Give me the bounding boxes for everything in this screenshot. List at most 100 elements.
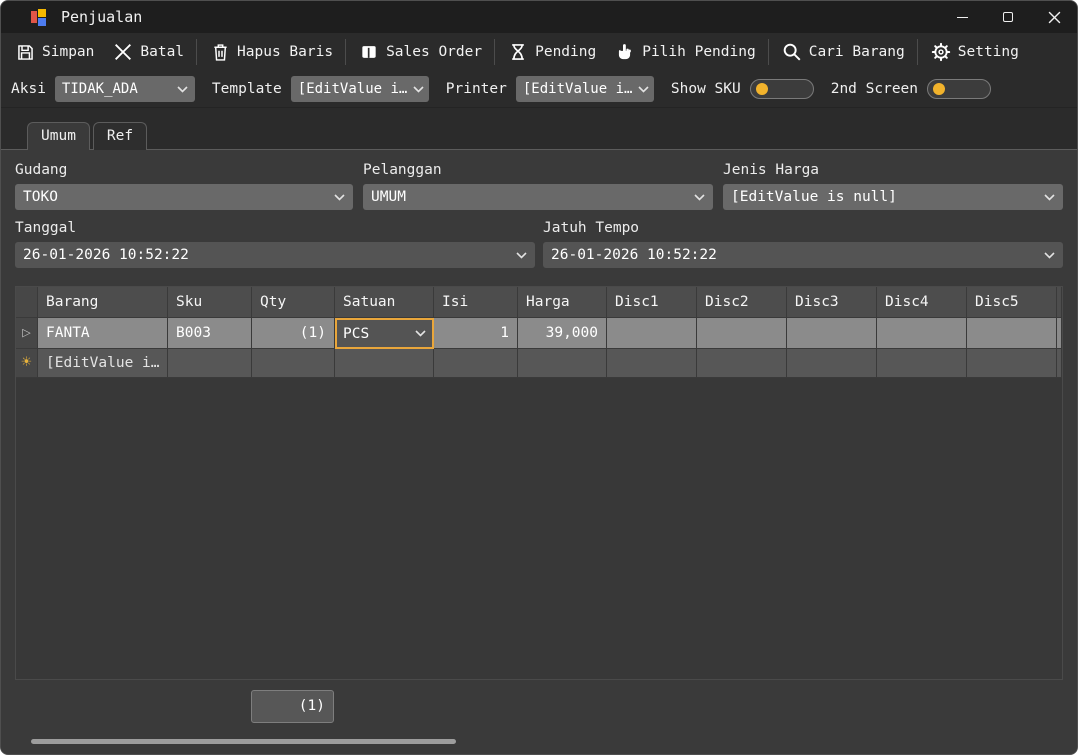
new-row[interactable]: ☀ [EditValue i… bbox=[16, 349, 1062, 378]
horizontal-scrollbar[interactable] bbox=[15, 735, 1063, 749]
column-header-satuan[interactable]: Satuan bbox=[335, 287, 434, 318]
cell-disc5[interactable] bbox=[967, 318, 1057, 349]
cell-sku[interactable]: B003 bbox=[168, 318, 252, 349]
chevron-down-icon bbox=[1044, 194, 1055, 201]
toolbar-separator bbox=[494, 39, 495, 65]
printer-dropdown[interactable]: [EditValue i… bbox=[516, 76, 654, 102]
cell-disc2[interactable] bbox=[697, 318, 787, 349]
new-cell-disc5[interactable] bbox=[967, 349, 1057, 378]
tab-umum[interactable]: Umum bbox=[27, 122, 90, 150]
hapus-baris-button[interactable]: Hapus Baris bbox=[200, 35, 342, 69]
gudang-dropdown[interactable]: TOKO bbox=[15, 184, 353, 210]
jenis-harga-dropdown[interactable]: [EditValue is null] bbox=[723, 184, 1063, 210]
trash-icon bbox=[209, 41, 231, 63]
cell-qty[interactable]: (1) bbox=[252, 318, 335, 349]
column-header-isi[interactable]: Isi bbox=[434, 287, 518, 318]
new-cell-harga[interactable] bbox=[518, 349, 607, 378]
pelanggan-label: Pelanggan bbox=[363, 162, 713, 178]
new-cell-disc2[interactable] bbox=[697, 349, 787, 378]
new-cell-disc3[interactable] bbox=[787, 349, 877, 378]
cell-disc3[interactable] bbox=[787, 318, 877, 349]
new-cell-barang[interactable]: [EditValue i… bbox=[38, 349, 168, 378]
printer-label: Printer bbox=[446, 81, 507, 97]
gudang-value: TOKO bbox=[23, 189, 58, 205]
new-cell-disc4[interactable] bbox=[877, 349, 967, 378]
qty-summary-box: (1) bbox=[251, 690, 334, 723]
jenis-harga-field: Jenis Harga [EditValue is null] bbox=[723, 162, 1063, 210]
simpan-label: Simpan bbox=[42, 44, 94, 60]
new-cell-disc1[interactable] bbox=[607, 349, 697, 378]
jenis-harga-label: Jenis Harga bbox=[723, 162, 1063, 178]
show-sku-toggle[interactable] bbox=[750, 79, 814, 99]
sales-order-label: Sales Order bbox=[386, 44, 482, 60]
pending-button[interactable]: Pending bbox=[498, 35, 605, 69]
app-icon bbox=[31, 9, 47, 25]
template-dropdown[interactable]: [EditValue i… bbox=[291, 76, 429, 102]
minimize-button[interactable] bbox=[939, 1, 985, 33]
column-header-sku[interactable]: Sku bbox=[168, 287, 252, 318]
printer-value: [EditValue i… bbox=[523, 81, 633, 97]
cell-isi[interactable]: 1 bbox=[434, 318, 518, 349]
column-header-disc5[interactable]: Disc5 bbox=[967, 287, 1057, 318]
jatuh-tempo-dropdown[interactable]: 26-01-2026 10:52:22 bbox=[543, 242, 1063, 268]
new-cell-qty[interactable] bbox=[252, 349, 335, 378]
cari-barang-button[interactable]: Cari Barang bbox=[772, 35, 914, 69]
cell-disc4[interactable] bbox=[877, 318, 967, 349]
batal-button[interactable]: Batal bbox=[103, 35, 193, 69]
cell-harga[interactable]: 39,000 bbox=[518, 318, 607, 349]
tanggal-label: Tanggal bbox=[15, 220, 535, 236]
setting-button[interactable]: Setting bbox=[921, 35, 1028, 69]
gudang-field: Gudang TOKO bbox=[15, 162, 353, 210]
toolbar-separator bbox=[196, 39, 197, 65]
new-cell-sku[interactable] bbox=[168, 349, 252, 378]
grid-header-row: Barang Sku Qty Satuan Isi Harga Disc1 Di… bbox=[16, 287, 1062, 318]
hourglass-icon bbox=[507, 41, 529, 63]
new-cell-isi[interactable] bbox=[434, 349, 518, 378]
scrollbar-thumb[interactable] bbox=[31, 739, 456, 744]
second-screen-toggle[interactable] bbox=[927, 79, 991, 99]
gear-icon bbox=[930, 41, 952, 63]
tanggal-dropdown[interactable]: 26-01-2026 10:52:22 bbox=[15, 242, 535, 268]
row-indicator-cell: ▷ bbox=[16, 318, 38, 349]
tanggal-field: Tanggal 26-01-2026 10:52:22 bbox=[15, 220, 535, 268]
chevron-down-icon bbox=[415, 330, 426, 337]
second-screen-label: 2nd Screen bbox=[831, 81, 918, 97]
aksi-label: Aksi bbox=[11, 81, 46, 97]
show-sku-label: Show SKU bbox=[671, 81, 741, 97]
new-cell-satuan[interactable] bbox=[335, 349, 434, 378]
table-row[interactable]: ▷ FANTA B003 (1) PCS 1 39,000 bbox=[16, 318, 1062, 349]
pelanggan-dropdown[interactable]: UMUM bbox=[363, 184, 713, 210]
grid-footer: (1) bbox=[15, 690, 1063, 723]
column-header-disc4[interactable]: Disc4 bbox=[877, 287, 967, 318]
sales-order-button[interactable]: Sales Order bbox=[349, 35, 491, 69]
app-icon-blue-square bbox=[38, 18, 46, 26]
chevron-down-icon bbox=[516, 252, 527, 259]
cari-barang-label: Cari Barang bbox=[809, 44, 905, 60]
simpan-button[interactable]: Simpan bbox=[5, 35, 103, 69]
focused-row-arrow-icon: ▷ bbox=[22, 318, 30, 348]
pending-label: Pending bbox=[535, 44, 596, 60]
maximize-button[interactable] bbox=[985, 1, 1031, 33]
column-header-disc3[interactable]: Disc3 bbox=[787, 287, 877, 318]
column-header-disc2[interactable]: Disc2 bbox=[697, 287, 787, 318]
column-header-harga[interactable]: Harga bbox=[518, 287, 607, 318]
new-row-star-icon: ☀ bbox=[21, 349, 33, 377]
jatuh-tempo-value: 26-01-2026 10:52:22 bbox=[551, 247, 717, 263]
setting-label: Setting bbox=[958, 44, 1019, 60]
satuan-dropdown-cell[interactable]: PCS bbox=[335, 318, 434, 349]
window-controls bbox=[939, 1, 1077, 33]
pilih-pending-button[interactable]: Pilih Pending bbox=[605, 35, 765, 69]
close-button[interactable] bbox=[1031, 1, 1077, 33]
cell-barang[interactable]: FANTA bbox=[38, 318, 168, 349]
search-icon bbox=[781, 41, 803, 63]
template-value: [EditValue i… bbox=[298, 81, 408, 97]
form-row-1: Gudang TOKO Pelanggan UMUM Jenis Harga [… bbox=[15, 162, 1063, 210]
toggle-knob bbox=[756, 83, 768, 95]
app-icon-yellow-square bbox=[38, 9, 46, 17]
column-header-disc1[interactable]: Disc1 bbox=[607, 287, 697, 318]
column-header-barang[interactable]: Barang bbox=[38, 287, 168, 318]
cell-disc1[interactable] bbox=[607, 318, 697, 349]
aksi-dropdown[interactable]: TIDAK_ADA bbox=[55, 76, 195, 102]
tab-ref[interactable]: Ref bbox=[93, 122, 147, 150]
column-header-qty[interactable]: Qty bbox=[252, 287, 335, 318]
